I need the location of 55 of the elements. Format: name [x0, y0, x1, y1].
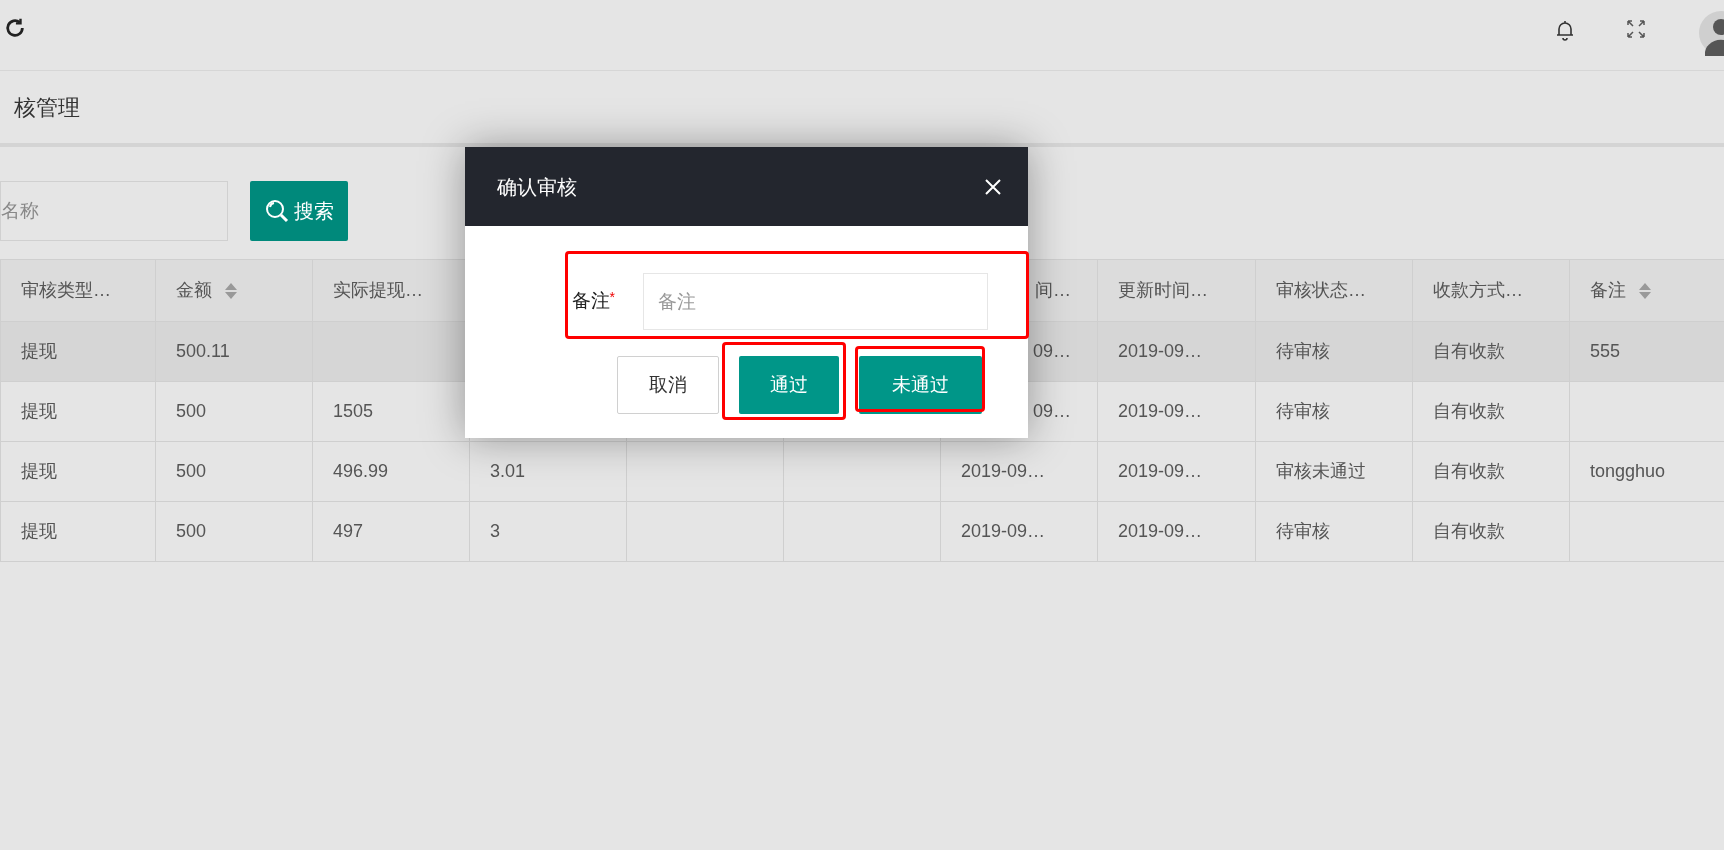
remark-field[interactable]: 备注: [643, 273, 988, 330]
table-cell: 500.11: [176, 341, 230, 361]
table-cell: 555: [1590, 341, 1621, 361]
field-label: 备注: [571, 290, 610, 312]
column-label: 备注: [1590, 279, 1626, 302]
table-cell: 提现: [21, 461, 57, 481]
table-cell: 2019-09…: [1118, 341, 1203, 361]
search-button[interactable]: 搜索: [250, 181, 348, 241]
dialog-title: 确认审核: [497, 174, 577, 200]
column-label: 审核类型…: [21, 279, 111, 302]
page-title: 核管理: [14, 93, 80, 122]
table-cell: 自有收款: [1433, 401, 1505, 421]
table-cell-text: 09…: [1031, 400, 1071, 423]
table-cell: 自有收款: [1433, 521, 1505, 541]
table-row[interactable]: 提现 500 497 3 2019-09… 2019-09… 待审核 自有收款: [0, 501, 1724, 562]
column-label: 实际提现…: [333, 279, 423, 302]
table-cell: 2019-09…: [1118, 521, 1203, 541]
table-cell: 待审核: [1276, 521, 1330, 541]
fullscreen-icon[interactable]: [1626, 19, 1646, 39]
column-label: 收款方式…: [1433, 279, 1523, 302]
table-cell: 3: [490, 521, 500, 541]
table-cell: 2019-09…: [961, 461, 1046, 481]
table-cell: 待审核: [1276, 341, 1330, 361]
table-cell: 提现: [21, 401, 57, 421]
table-cell: 500: [176, 401, 207, 421]
table-cell: 自有收款: [1433, 341, 1505, 361]
table-cell: 自有收款: [1433, 461, 1505, 481]
table-cell: 500: [176, 521, 207, 541]
refresh-icon[interactable]: [4, 17, 26, 39]
close-icon[interactable]: [984, 177, 1002, 196]
confirm-button[interactable]: 通过: [739, 356, 839, 414]
table-cell: 2019-09…: [1118, 461, 1203, 481]
column-label: 更新时间…: [1118, 279, 1208, 302]
search-icon: [264, 198, 290, 224]
table-cell: 3.01: [490, 461, 526, 481]
table-cell: 496.99: [333, 461, 389, 481]
table-cell: 1505: [333, 401, 374, 421]
avatar[interactable]: [1697, 10, 1724, 56]
table-cell: 提现: [21, 521, 57, 541]
confirm-button[interactable]: 未通过: [859, 356, 982, 414]
column-label: 审核状态…: [1276, 279, 1366, 302]
column-label: 间…: [1034, 279, 1071, 302]
table-cell: 497: [333, 521, 364, 541]
required-mark: *: [609, 289, 615, 306]
table-cell: 2019-09…: [1118, 401, 1203, 421]
column-label: 金额: [176, 279, 212, 302]
table-cell: 2019-09…: [961, 521, 1046, 541]
table-cell: 审核未通过: [1276, 461, 1366, 481]
table-cell-text: 09…: [1031, 340, 1071, 363]
table-cell: 提现: [21, 341, 57, 361]
table-cell: tongghuo: [1590, 461, 1666, 481]
cancel-button[interactable]: 取消: [617, 356, 719, 414]
table-cell: 待审核: [1276, 401, 1330, 421]
table-cell: 500: [176, 461, 207, 481]
table-row[interactable]: 提现 500 496.99 3.01 2019-09… 2019-09… 审核未通过 自有收款 tongghuo: [0, 441, 1724, 502]
